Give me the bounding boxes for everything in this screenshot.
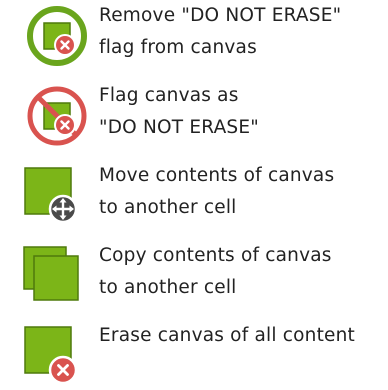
canvas-copy-icon (22, 240, 90, 308)
canvas-erase-icon (22, 320, 90, 388)
menu-item-erase-canvas[interactable]: Erase canvas of all content (0, 320, 388, 390)
canvas-no-erase-icon (22, 80, 90, 148)
menu-item-label: Move contents of canvas to another cell (99, 165, 335, 218)
canvas-move-icon (22, 160, 90, 228)
menu-item-copy-contents[interactable]: Copy contents of canvas to another cell (0, 240, 388, 310)
canvas-unprotect-icon (22, 0, 90, 68)
menu-item-label: Flag canvas as "DO NOT ERASE" (99, 85, 259, 138)
menu-item-flag-no-erase[interactable]: Flag canvas as "DO NOT ERASE" (0, 80, 388, 150)
menu-item-label: Erase canvas of all content (99, 325, 356, 346)
menu-item-label: Copy contents of canvas to another cell (99, 245, 332, 298)
menu-item-label: Remove "DO NOT ERASE" flag from canvas (99, 5, 342, 58)
menu-item-remove-no-erase-flag[interactable]: Remove "DO NOT ERASE" flag from canvas (0, 0, 388, 70)
menu-item-move-contents[interactable]: Move contents of canvas to another cell (0, 160, 388, 230)
